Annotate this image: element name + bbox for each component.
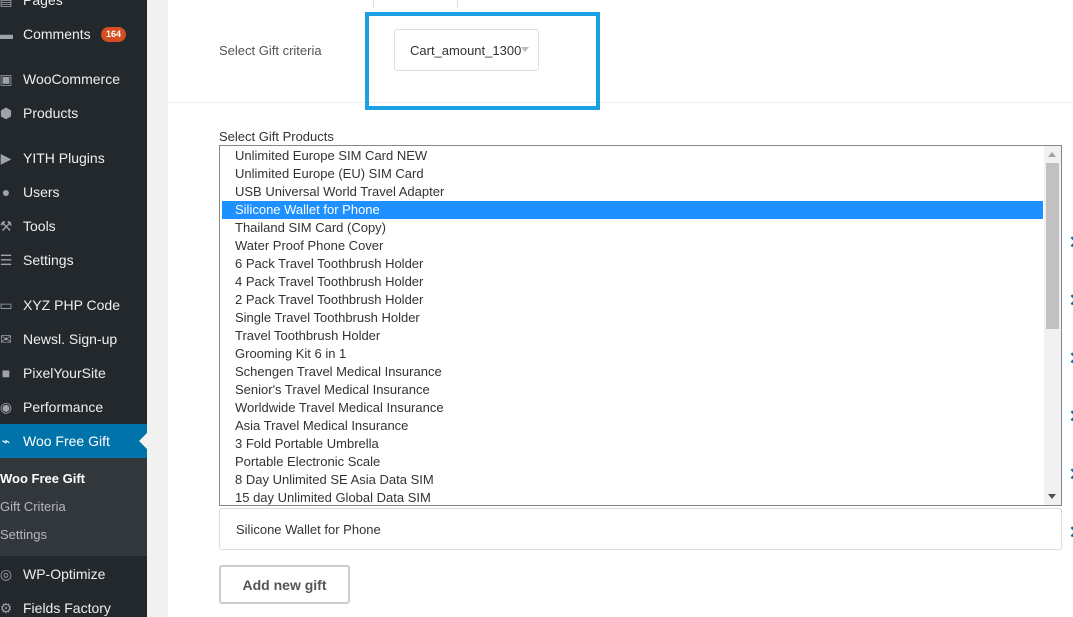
gift-products-listbox[interactable]: Unlimited Europe SIM Card NEW Unlimited E… [219,145,1062,506]
listbox-option[interactable]: Portable Electronic Scale [222,453,1043,471]
sidebar-item-xyz-php-code[interactable]: ▭ XYZ PHP Code [0,288,147,322]
sidebar-item-label: Settings [23,252,74,268]
wrench-icon: ⚒ [0,217,13,234]
listbox-option[interactable]: 4 Pack Travel Toothbrush Holder [222,273,1043,291]
sidebar-item-label: XYZ PHP Code [23,297,121,313]
listbox-scrollbar[interactable] [1044,146,1061,505]
products-icon: ⬢ [0,104,13,121]
listbox-option[interactable]: Water Proof Phone Cover [222,237,1043,255]
selected-gift-field[interactable]: Silicone Wallet for Phone [219,508,1062,550]
sidebar-item-label: WP-Optimize [23,566,106,582]
woocommerce-icon: ▣ [0,70,13,87]
listbox-option[interactable]: Asia Travel Medical Insurance [222,417,1043,435]
sidebar-item-newsl-sign-up[interactable]: ✉ Newsl. Sign-up [0,322,147,356]
sidebar-item-pixelyoursite[interactable]: ■ PixelYourSite [0,356,147,390]
gift-products-label: Select Gift Products [219,129,334,144]
sidebar-item-label: Performance [23,399,104,415]
users-icon: ● [1,184,11,200]
remove-gift-icon[interactable]: ✕ [1068,466,1073,483]
listbox-option[interactable]: 2 Pack Travel Toothbrush Holder [222,291,1043,309]
gear-icon: ⚙ [0,599,13,616]
yith-icon: ▶ [0,149,12,166]
sidebar-item-label: Comments [23,26,91,42]
remove-gift-icon[interactable]: ✕ [1068,292,1073,309]
section-divider [168,102,1073,103]
sidebar-item-comments[interactable]: ▬ Comments 164 [0,17,147,51]
listbox-option[interactable]: Worldwide Travel Medical Insurance [222,399,1043,417]
remove-gift-icon[interactable]: ✕ [1068,350,1073,367]
performance-icon: ◉ [0,398,13,415]
sidebar-item-label: Woo Free Gift [23,433,110,449]
sidebar-item-pages[interactable]: ▤ Pages [0,0,147,17]
sidebar-item-settings[interactable]: ☰ Settings [0,243,147,277]
add-new-gift-button[interactable]: Add new gift [219,565,350,604]
settings-panel: Select Gift criteria Cart_amount_1300 Se… [168,0,1073,617]
settings-sliders-icon: ☰ [0,251,13,268]
selected-gift-value: Silicone Wallet for Phone [236,521,381,537]
sidebar-item-fields-factory[interactable]: ⚙ Fields Factory [0,591,147,617]
listbox-option[interactable]: 15 day Unlimited Global Data SIM [222,489,1043,505]
listbox-option[interactable]: Unlimited Europe SIM Card NEW [222,147,1043,165]
optimize-icon: ◎ [0,565,13,582]
comments-icon: ▬ [0,26,13,42]
listbox-option[interactable]: Thailand SIM Card (Copy) [222,219,1043,237]
sidebar-item-label: Products [23,105,79,121]
listbox-option[interactable]: Senior's Travel Medical Insurance [222,381,1043,399]
sidebar-item-label: Tools [23,218,56,234]
listbox-option[interactable]: Single Travel Toothbrush Holder [222,309,1043,327]
sidebar-item-tools[interactable]: ⚒ Tools [0,209,147,243]
scroll-down-arrow-icon[interactable] [1048,494,1056,499]
sidebar-item-label: PixelYourSite [23,365,106,381]
sidebar-item-users[interactable]: ● Users [0,175,147,209]
sidebar-item-label: YITH Plugins [23,150,105,166]
sidebar-item-woo-free-gift[interactable]: ⌁ Woo Free Gift [0,424,147,458]
gift-criteria-label: Select Gift criteria [219,43,322,58]
listbox-option[interactable]: USB Universal World Travel Adapter [222,183,1043,201]
woo-free-gift-submenu: Woo Free Gift Gift Criteria Settings [0,458,147,556]
listbox-option[interactable]: 8 Day Unlimited SE Asia Data SIM [222,471,1043,489]
remove-gift-icon[interactable]: ✕ [1068,234,1073,251]
remove-gift-icon[interactable]: ✕ [1068,408,1073,425]
sidebar-item-label: WooCommerce [23,71,120,87]
main-content: Select Gift criteria Cart_amount_1300 Se… [147,0,1073,617]
sidebar-item-label: Users [23,184,60,200]
listbox-option[interactable]: 3 Fold Portable Umbrella [222,435,1043,453]
sidebar-item-label: Fields Factory [23,600,111,616]
scrollbar-thumb[interactable] [1046,163,1059,329]
mail-icon: ✉ [0,330,12,347]
sidebar-item-yith-plugins[interactable]: ▶ YITH Plugins [0,141,147,175]
chevron-down-icon [521,47,529,52]
cart-icon: ⌁ [1,432,11,449]
submenu-item-woo-free-gift[interactable]: Woo Free Gift [0,471,85,486]
sidebar-item-label: Pages [23,0,63,8]
sidebar-item-label: Newsl. Sign-up [23,331,118,347]
listbox-option[interactable]: Silicone Wallet for Phone [222,201,1043,219]
listbox-option[interactable]: Unlimited Europe (EU) SIM Card [222,165,1043,183]
comment-count-badge: 164 [101,26,127,42]
submenu-item-gift-criteria[interactable]: Gift Criteria [0,499,66,514]
sidebar-item-woocommerce[interactable]: ▣ WooCommerce [0,62,147,96]
gift-criteria-select[interactable]: Cart_amount_1300 [394,29,539,71]
sidebar-item-performance[interactable]: ◉ Performance [0,390,147,424]
sidebar-item-wp-optimize[interactable]: ◎ WP-Optimize [0,557,147,591]
listbox-option[interactable]: Travel Toothbrush Holder [222,327,1043,345]
php-icon: ▭ [0,296,13,313]
listbox-option[interactable]: 6 Pack Travel Toothbrush Holder [222,255,1043,273]
pages-icon: ▤ [0,0,16,10]
sidebar-item-products[interactable]: ⬢ Products [0,96,147,130]
admin-sidebar: ▤ Pages ▬ Comments 164 ▣ WooCommerce ⬢ Products ▶… [0,0,147,617]
table-cell [373,0,458,8]
listbox-option[interactable]: Schengen Travel Medical Insurance [222,363,1043,381]
remove-gift-icon[interactable]: ✕ [1068,524,1073,541]
listbox-option[interactable]: Grooming Kit 6 in 1 [222,345,1043,363]
scroll-up-arrow-icon[interactable] [1048,152,1056,157]
submenu-item-settings[interactable]: Settings [0,527,47,542]
gift-criteria-value: Cart_amount_1300 [410,42,522,58]
pixel-icon: ■ [1,365,11,381]
